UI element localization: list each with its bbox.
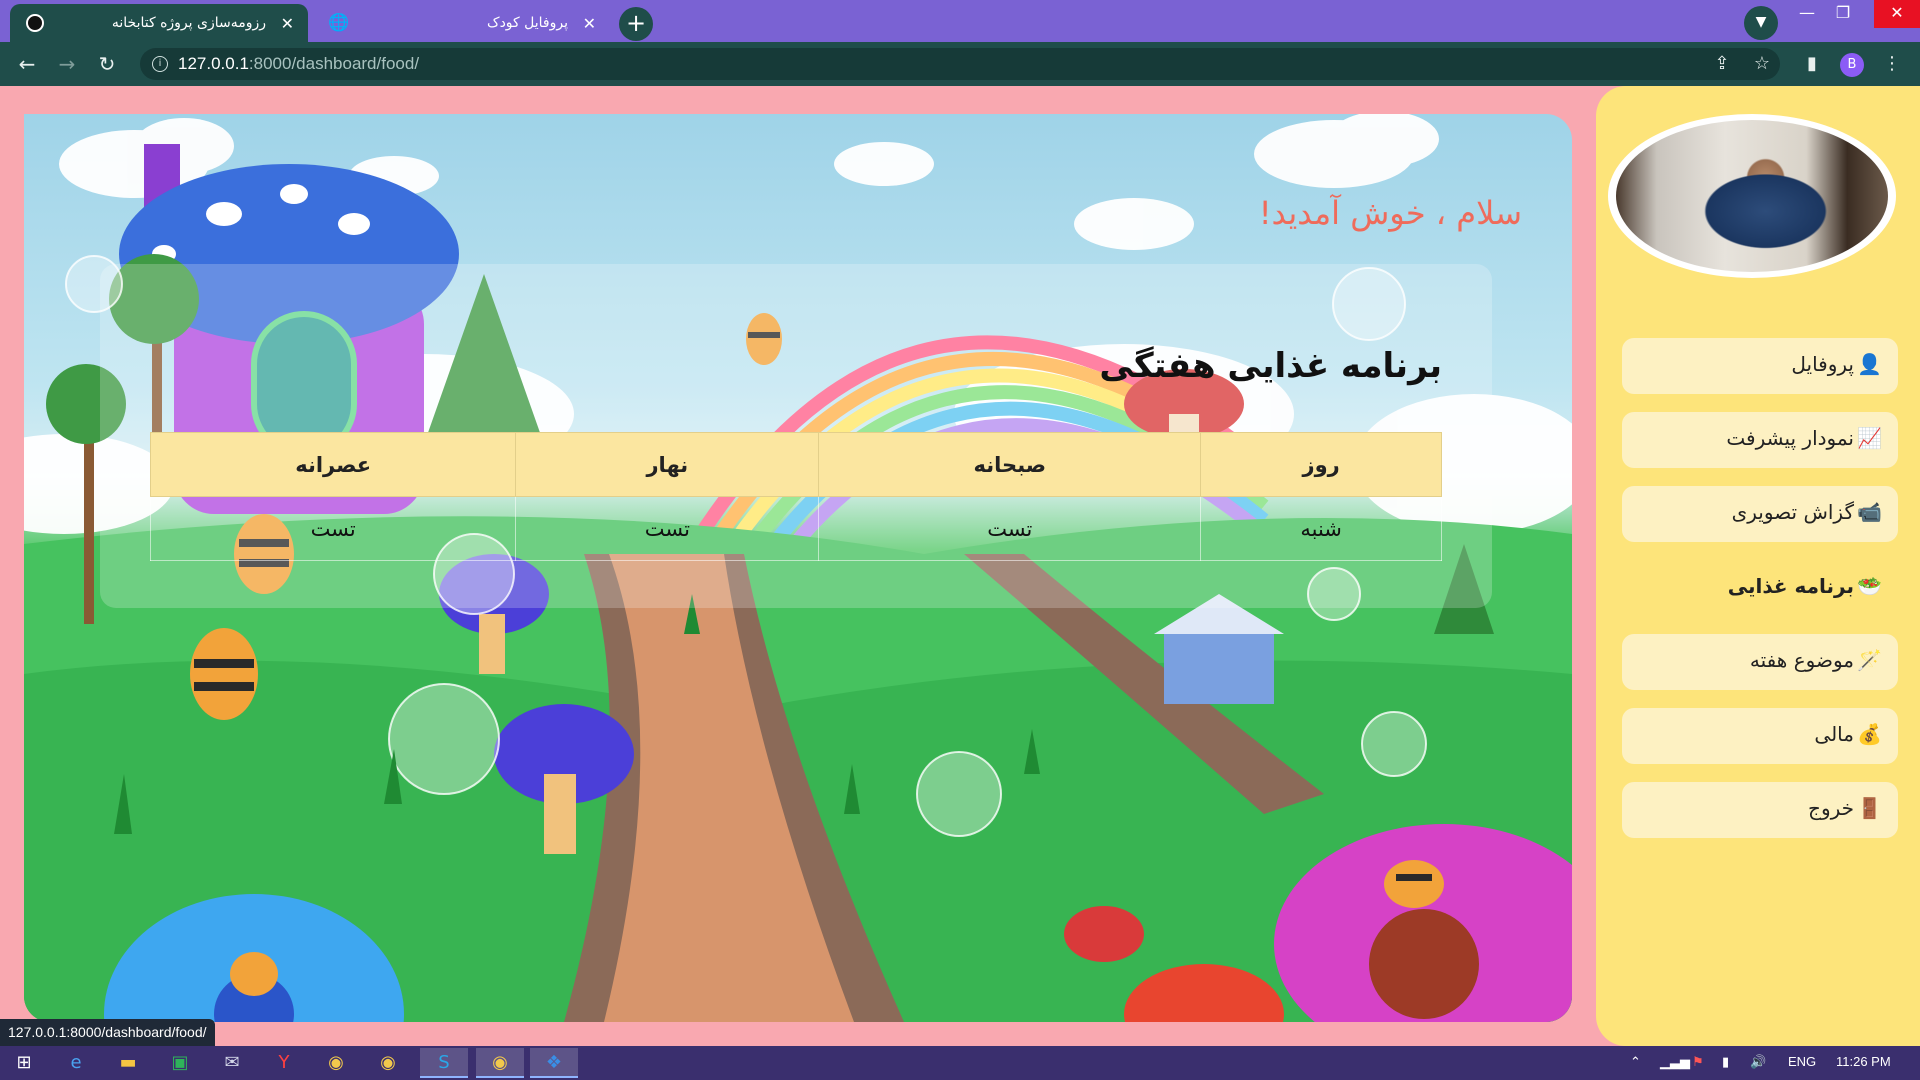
sidebar-item-finance[interactable]: 💰 مالی [1622, 708, 1898, 764]
forward-icon[interactable]: → [54, 51, 80, 77]
tab-child-profile[interactable]: 🌐 پروفایل کودک ✕ [312, 4, 610, 42]
windows-start-icon[interactable]: ⊞ [0, 1048, 48, 1078]
door-icon: 🚪 [1857, 796, 1882, 820]
page-body: سلام ، خوش آمدید! برنامه غذایی هفتگی روز… [0, 86, 1920, 1046]
address-bar[interactable]: i 127.0.0.1:8000/dashboard/food/ [140, 48, 1780, 80]
welcome-greeting: سلام ، خوش آمدید! [1258, 194, 1522, 232]
chrome-canary-icon[interactable]: ◉ [364, 1048, 412, 1078]
clock[interactable]: 11:26 PM [1836, 1054, 1891, 1069]
kebab-menu-icon[interactable]: ⋮ [1880, 52, 1904, 76]
restore-icon[interactable]: ❐ [1820, 0, 1866, 28]
url-text: 127.0.0.1:8000/dashboard/food/ [178, 54, 419, 74]
avatar-photo [1616, 120, 1888, 272]
mail-icon[interactable]: ✉ [208, 1048, 256, 1078]
close-icon[interactable]: ✕ [281, 14, 294, 33]
magic-wand-icon: 🪄 [1857, 648, 1882, 672]
volume-icon[interactable]: 🔊 [1750, 1054, 1766, 1070]
flag-icon[interactable]: ⚑ [1692, 1054, 1704, 1070]
header-snack: عصرانه [149, 432, 517, 497]
cell-snack: تست [149, 496, 517, 561]
header-day: روز [1200, 432, 1442, 497]
video-camera-icon: 📹 [1857, 500, 1882, 524]
sidebar-item-label: خروج [1808, 796, 1854, 820]
money-bag-icon: 💰 [1857, 722, 1882, 746]
tab-title: پروفایل کودک [487, 15, 568, 31]
food-schedule-table: روز صبحانه نهار عصرانه شنبه تست تست تست [149, 432, 1442, 561]
yandex-icon[interactable]: Y [260, 1048, 308, 1078]
cell-lunch: تست [515, 496, 820, 561]
chart-icon: 📈 [1857, 426, 1882, 450]
url-path: :8000/dashboard/food/ [248, 54, 420, 73]
window-close-icon[interactable]: ✕ [1874, 0, 1920, 28]
sidebar-item-label: مالی [1814, 722, 1854, 746]
sidebar-item-label: موضوع هفته [1749, 648, 1854, 672]
browser-toolbar: ← → ↻ i 127.0.0.1:8000/dashboard/food/ ⇪… [0, 42, 1920, 86]
tray-chevron-icon[interactable]: ⌃ [1630, 1054, 1641, 1070]
language-indicator[interactable]: ENG [1788, 1054, 1816, 1069]
link-preview-status: 127.0.0.1:8000/dashboard/food/ [0, 1019, 215, 1046]
table-header-row: روز صبحانه نهار عصرانه [149, 432, 1442, 497]
cell-breakfast: تست [818, 496, 1202, 561]
new-tab-button[interactable]: + [619, 7, 653, 41]
sidebar-item-food-program[interactable]: 🥗 برنامه غذایی [1622, 560, 1898, 616]
side-panel-icon[interactable]: ▮ [1800, 52, 1824, 76]
food-icon: 🥗 [1857, 574, 1882, 598]
sidebar-item-label: پروفایل [1791, 352, 1854, 376]
chrome-active-icon[interactable]: ◉ [476, 1048, 524, 1078]
sidebar-item-logout[interactable]: 🚪 خروج [1622, 782, 1898, 838]
sidebar-item-label: برنامه غذایی [1727, 574, 1854, 598]
vscode-icon[interactable]: ❖ [530, 1048, 578, 1078]
weekly-food-card: برنامه غذایی هفتگی روز صبحانه نهار عصران… [100, 264, 1492, 608]
windows-taskbar: ⊞ e ▬ ▣ ✉ Y ◉ ◉ S ◉ ❖ ⌃ ▁▃▅ ⚑ ▮ 🔊 ENG 11… [0, 1046, 1920, 1080]
chrome-icon[interactable]: ◉ [312, 1048, 360, 1078]
reload-icon[interactable]: ↻ [94, 51, 120, 77]
tab-title: رزومه‌سازی پروژه کتابخانه [111, 15, 266, 31]
info-icon[interactable]: i [152, 56, 168, 72]
sidebar-item-video-report[interactable]: 📹 گزاش تصویری [1622, 486, 1898, 542]
url-host: 127.0.0.1 [178, 54, 249, 73]
close-icon[interactable]: ✕ [583, 14, 596, 33]
person-icon: 👤 [1857, 352, 1882, 376]
store-icon[interactable]: ▣ [156, 1048, 204, 1078]
browser-tab-bar: رزومه‌سازی پروژه کتابخانه ✕ 🌐 پروفایل کو… [0, 0, 1920, 42]
bookmark-star-icon[interactable]: ☆ [1750, 52, 1774, 76]
avatar [1608, 114, 1896, 278]
sidebar-item-label: گزاش تصویری [1731, 500, 1854, 524]
file-explorer-icon[interactable]: ▬ [104, 1048, 152, 1078]
table-row: شنبه تست تست تست [149, 496, 1442, 561]
chatgpt-favicon-icon [26, 14, 44, 32]
tab-search-button[interactable]: ▼ [1744, 6, 1778, 40]
sidebar-item-profile[interactable]: 👤 پروفایل [1622, 338, 1898, 394]
fairy-scene-background: سلام ، خوش آمدید! برنامه غذایی هفتگی روز… [24, 114, 1572, 1022]
profile-avatar[interactable]: B [1840, 53, 1864, 77]
sidebar-item-progress-chart[interactable]: 📈 نمودار پیشرفت [1622, 412, 1898, 468]
internet-explorer-icon[interactable]: e [52, 1048, 100, 1078]
sidebar: 👤 پروفایل 📈 نمودار پیشرفت 📹 گزاش تصویری … [1596, 86, 1920, 1046]
header-breakfast: صبحانه [818, 432, 1202, 497]
battery-icon[interactable]: ▮ [1722, 1054, 1729, 1070]
network-icon[interactable]: ▁▃▅ [1660, 1054, 1690, 1070]
skype-icon[interactable]: S [420, 1048, 468, 1078]
back-icon[interactable]: ← [14, 51, 40, 77]
globe-icon: 🌐 [328, 13, 350, 33]
sidebar-item-weekly-topic[interactable]: 🪄 موضوع هفته [1622, 634, 1898, 690]
tab-resume-library[interactable]: رزومه‌سازی پروژه کتابخانه ✕ [10, 4, 308, 42]
header-lunch: نهار [515, 432, 820, 497]
page-title: برنامه غذایی هفتگی [1099, 346, 1442, 386]
share-icon[interactable]: ⇪ [1710, 52, 1734, 76]
sidebar-item-label: نمودار پیشرفت [1726, 426, 1854, 450]
cell-day: شنبه [1200, 496, 1442, 561]
